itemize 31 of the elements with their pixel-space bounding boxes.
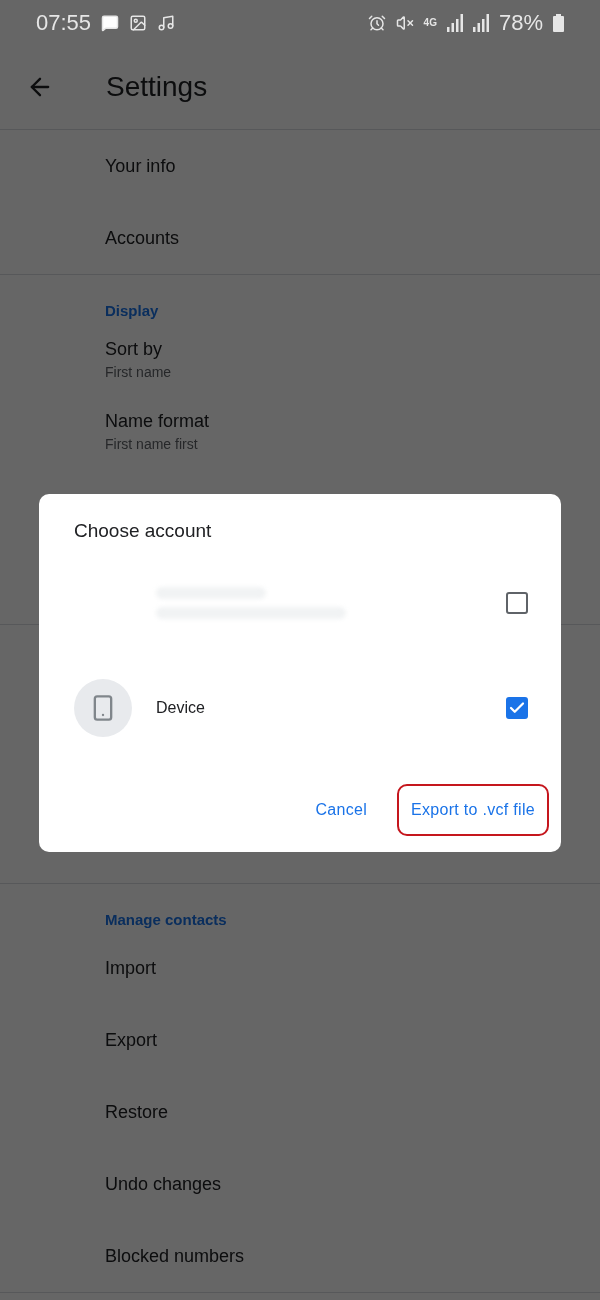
network-type: 4G [423,17,437,28]
alarm-icon [367,13,386,32]
image-icon [129,13,148,32]
setting-title[interactable]: Export [105,1029,600,1051]
battery-level: 78% [498,9,543,36]
music-note-icon [157,13,176,32]
section-header: Display [105,301,160,321]
page-title: Settings [106,71,208,103]
setting-title[interactable]: Your info [105,155,600,177]
setting-value: First name [105,363,173,380]
signal-icon [472,13,489,32]
setting-title[interactable]: Import [105,957,600,979]
signal-icon [446,13,463,32]
battery-icon [553,13,564,32]
clock: 07:55 [36,9,92,36]
setting-title[interactable]: Restore [105,1101,600,1123]
account-name: Device [156,698,206,717]
dialog-button[interactable]: Cancel [299,784,384,836]
setting-title[interactable]: Name format [105,410,600,432]
checkbox[interactable] [506,591,528,614]
setting-title[interactable]: Accounts [105,227,600,249]
section-header: Manage contacts [105,910,228,930]
message-icon [101,13,120,32]
setting-title[interactable]: Undo changes [105,1173,600,1195]
setting-title[interactable]: Sort by [105,338,600,360]
mute-icon [395,13,414,32]
checkbox[interactable] [506,696,528,719]
dialog-button[interactable]: Export to .vcf file [397,784,549,836]
setting-title[interactable]: Blocked numbers [105,1245,600,1267]
setting-value: First name first [105,435,199,452]
dialog-title: Choose account [74,520,213,542]
